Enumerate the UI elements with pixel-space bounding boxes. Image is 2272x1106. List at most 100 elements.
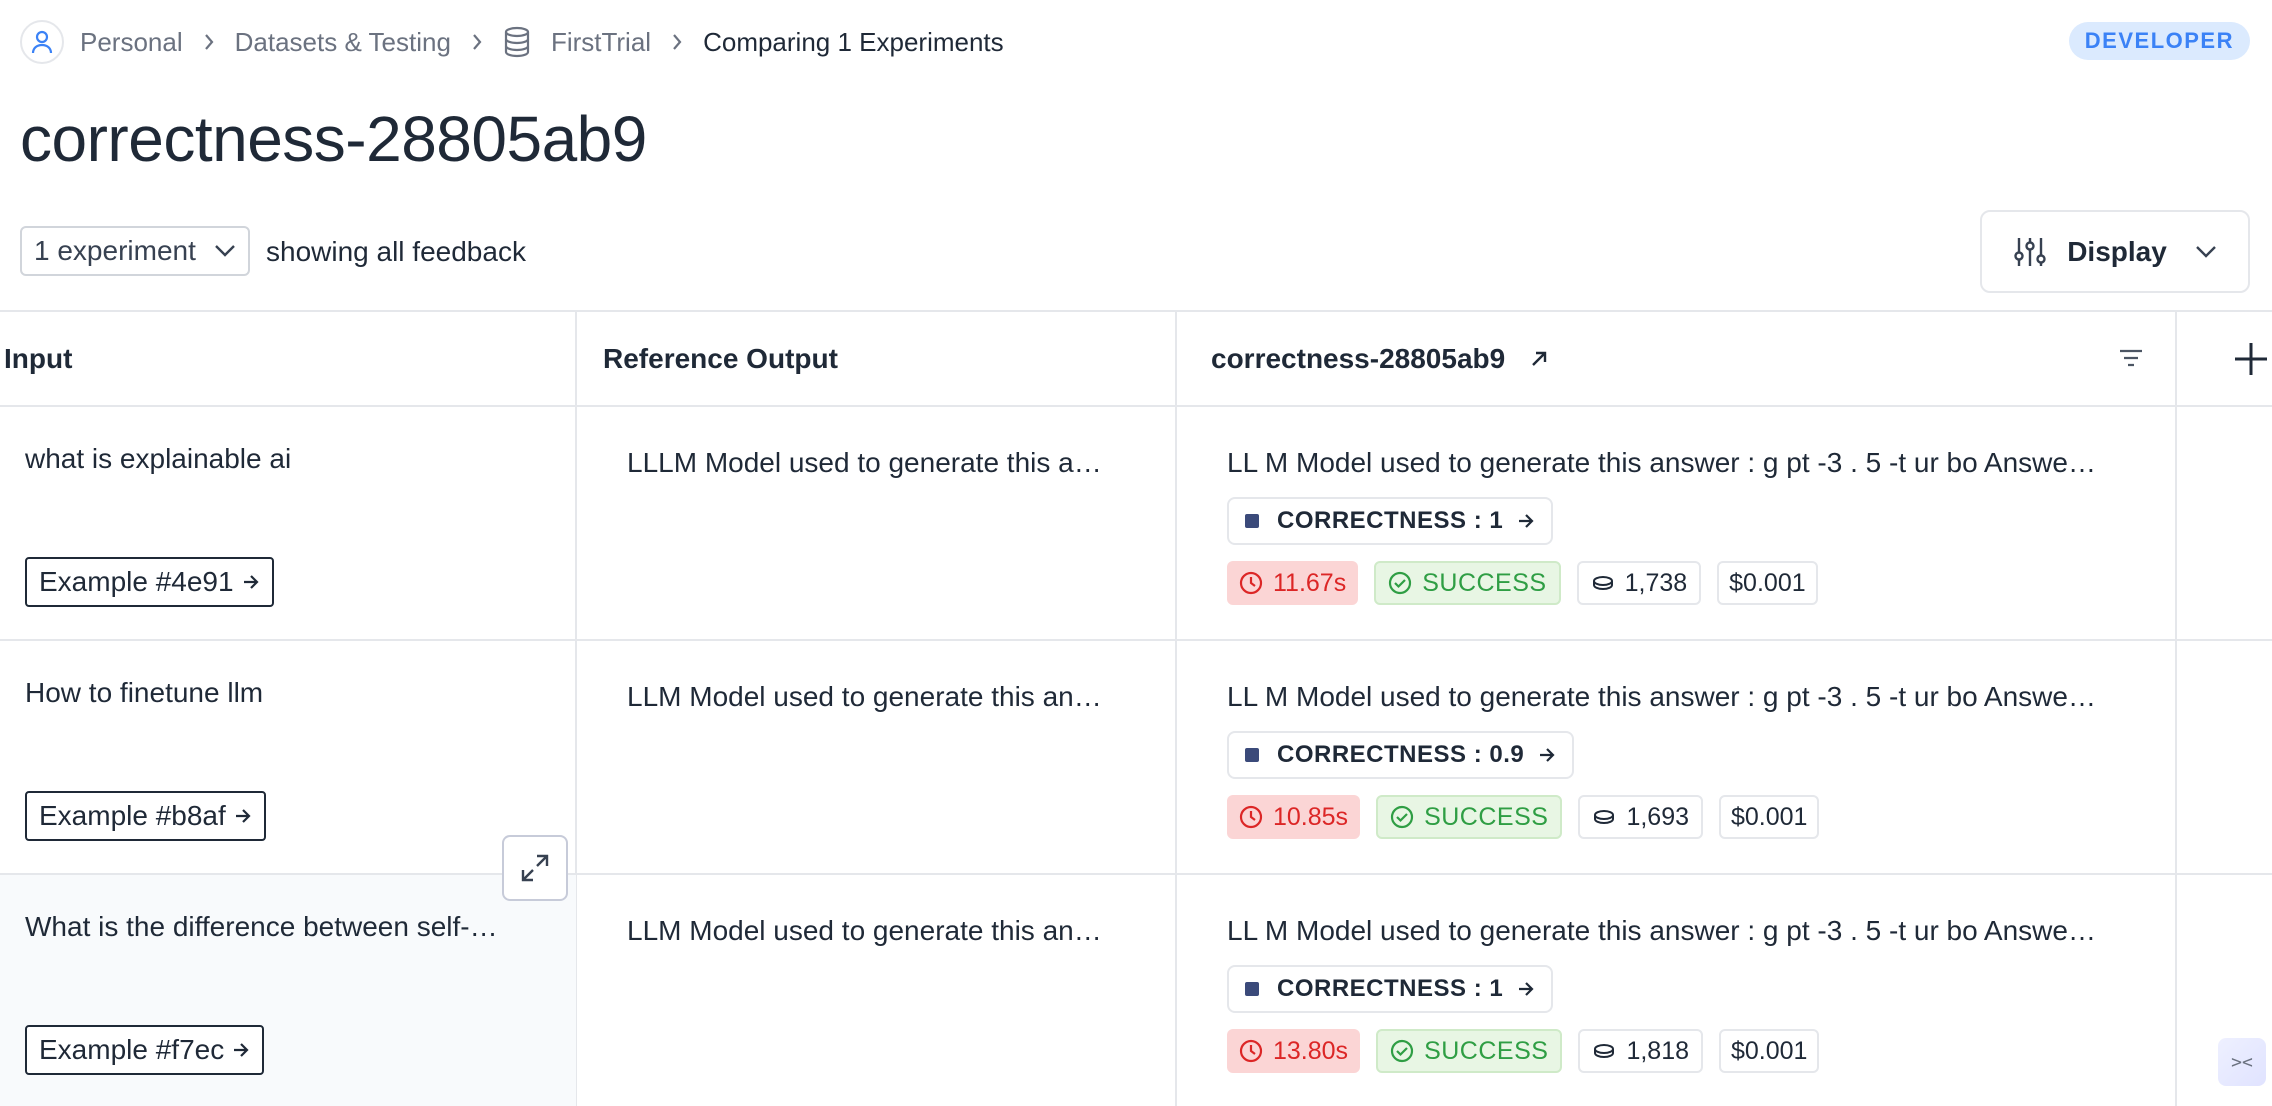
latency-value: 10.85s — [1273, 802, 1349, 831]
expand-row-button[interactable] — [502, 835, 568, 901]
experiment-output-text: LL M Model used to generate this answer … — [1227, 681, 2096, 712]
coin-icon — [1592, 808, 1616, 826]
feedback-value: 1 — [1489, 507, 1504, 534]
token-badge: 1,818 — [1578, 1029, 1703, 1073]
input-cell: What is the difference between self-… Ex… — [0, 875, 576, 1106]
feedback-chip[interactable]: CORRECTNESS : 1 — [1227, 965, 1554, 1013]
chevron-right-icon — [471, 33, 483, 51]
run-stats: 11.67s SUCCESS 1,738 $0.001 — [1227, 561, 1834, 605]
example-label: Example #4e91 — [39, 566, 234, 597]
feedback-value: 0.9 — [1489, 741, 1525, 768]
token-value: 1,693 — [1626, 802, 1689, 831]
cost-badge: $0.001 — [1719, 795, 1820, 839]
chevron-down-icon — [2195, 245, 2217, 259]
chevron-right-icon — [671, 33, 683, 51]
experiment-output-text: LL M Model used to generate this answer … — [1227, 915, 2096, 946]
status-value: SUCCESS — [1424, 802, 1549, 831]
user-icon[interactable] — [20, 20, 64, 64]
experiment-select[interactable]: 1 experiment — [20, 226, 250, 276]
input-cell: How to finetune llm Example #b8af — [0, 641, 576, 875]
breadcrumb: Personal Datasets & Testing FirstTrial C… — [20, 20, 1004, 64]
reference-output-text: LLM Model used to generate this an… — [627, 681, 1102, 712]
comparison-table: Input Reference Output correctness-28805… — [0, 310, 2272, 1106]
breadcrumb-datasets[interactable]: Datasets & Testing — [235, 27, 451, 58]
table-row[interactable]: What is the difference between self-… Ex… — [0, 835, 2272, 1106]
latency-badge: 11.67s — [1227, 561, 1359, 605]
display-button-label: Display — [2067, 235, 2167, 267]
column-header-reference[interactable]: Reference Output — [603, 312, 838, 406]
feedback-filter-text: showing all feedback — [266, 236, 526, 267]
cost-badge: $0.001 — [1717, 561, 1818, 605]
filter-icon[interactable] — [2118, 348, 2144, 368]
arrow-right-icon — [1538, 747, 1556, 763]
arrow-right-icon — [1517, 513, 1535, 529]
reference-output-text: LLLM Model used to generate this a… — [627, 447, 1102, 478]
check-circle-icon — [1390, 1039, 1414, 1063]
page-title: correctness-28805ab9 — [20, 103, 647, 175]
run-stats: 10.85s SUCCESS 1,693 $0.001 — [1227, 795, 1835, 839]
feedback-color-square — [1245, 514, 1259, 528]
run-stats: 13.80s SUCCESS 1,818 $0.001 — [1227, 1029, 1835, 1073]
feedback-color-square — [1245, 982, 1259, 996]
input-text: What is the difference between self-… — [25, 911, 498, 942]
breadcrumb-current: Comparing 1 Experiments — [703, 26, 1004, 57]
token-badge: 1,693 — [1578, 795, 1703, 839]
status-badge: SUCCESS — [1376, 1029, 1563, 1073]
clock-icon — [1239, 1039, 1263, 1063]
reference-output-text: LLM Model used to generate this an… — [627, 915, 1102, 946]
check-circle-icon — [1390, 805, 1414, 829]
display-button[interactable]: Display — [1980, 210, 2250, 293]
status-badge: SUCCESS — [1376, 795, 1563, 839]
latency-badge: 10.85s — [1227, 795, 1361, 839]
coin-icon — [1591, 574, 1615, 592]
assistant-widget-icon[interactable]: >< — [2218, 1038, 2266, 1086]
breadcrumb-dataset[interactable]: FirstTrial — [551, 27, 651, 58]
feedback-value: 1 — [1489, 975, 1504, 1002]
latency-value: 13.80s — [1273, 1036, 1349, 1065]
clock-icon — [1239, 571, 1263, 595]
developer-badge: DEVELOPER — [2068, 22, 2250, 60]
input-text: what is explainable ai — [25, 443, 292, 474]
sliders-icon — [2013, 235, 2047, 269]
breadcrumb-personal[interactable]: Personal — [80, 27, 183, 58]
status-value: SUCCESS — [1424, 1036, 1549, 1065]
feedback-key: CORRECTNESS : — [1277, 741, 1490, 768]
feedback-chip[interactable]: CORRECTNESS : 0.9 — [1227, 731, 1575, 779]
feedback-chip[interactable]: CORRECTNESS : 1 — [1227, 497, 1554, 545]
coin-icon — [1592, 1042, 1616, 1060]
arrow-right-icon — [1517, 981, 1535, 997]
table-row[interactable]: what is explainable ai Example #4e91 LLL… — [0, 407, 2272, 641]
token-value: 1,738 — [1624, 568, 1688, 597]
experiment-output-text: LL M Model used to generate this answer … — [1227, 447, 2096, 478]
example-label: Example #b8af — [39, 800, 226, 831]
column-header-experiment[interactable]: correctness-28805ab9 — [1211, 312, 1549, 406]
example-link[interactable]: Example #4e91 — [25, 557, 274, 607]
plus-icon[interactable] — [2233, 341, 2269, 377]
token-badge: 1,738 — [1576, 561, 1702, 605]
feedback-key: CORRECTNESS : — [1277, 507, 1490, 534]
feedback-color-square — [1245, 748, 1259, 762]
arrow-up-right-icon[interactable] — [1529, 349, 1549, 369]
input-text: How to finetune llm — [25, 677, 264, 708]
clock-icon — [1239, 805, 1263, 829]
experiment-header-label: correctness-28805ab9 — [1211, 343, 1506, 374]
token-value: 1,818 — [1626, 1036, 1689, 1065]
table-row[interactable]: How to finetune llm Example #b8af LLM Mo… — [0, 641, 2272, 875]
check-circle-icon — [1388, 571, 1412, 595]
chevron-right-icon — [203, 33, 215, 51]
cost-badge: $0.001 — [1719, 1029, 1820, 1073]
expand-icon — [520, 853, 550, 883]
example-link[interactable]: Example #b8af — [25, 791, 266, 841]
arrow-right-icon — [234, 808, 252, 824]
column-header-input[interactable]: Input — [4, 312, 72, 406]
status-badge: SUCCESS — [1374, 561, 1561, 605]
arrow-right-icon — [242, 574, 260, 590]
example-link[interactable]: Example #f7ec — [25, 1025, 265, 1075]
arrow-right-icon — [232, 1042, 250, 1058]
input-cell: what is explainable ai Example #4e91 — [0, 407, 576, 641]
experiment-select-label: 1 experiment — [34, 235, 196, 266]
status-value: SUCCESS — [1422, 568, 1547, 597]
feedback-key: CORRECTNESS : — [1277, 975, 1490, 1002]
database-icon — [503, 26, 531, 58]
chevron-down-icon — [214, 244, 236, 258]
